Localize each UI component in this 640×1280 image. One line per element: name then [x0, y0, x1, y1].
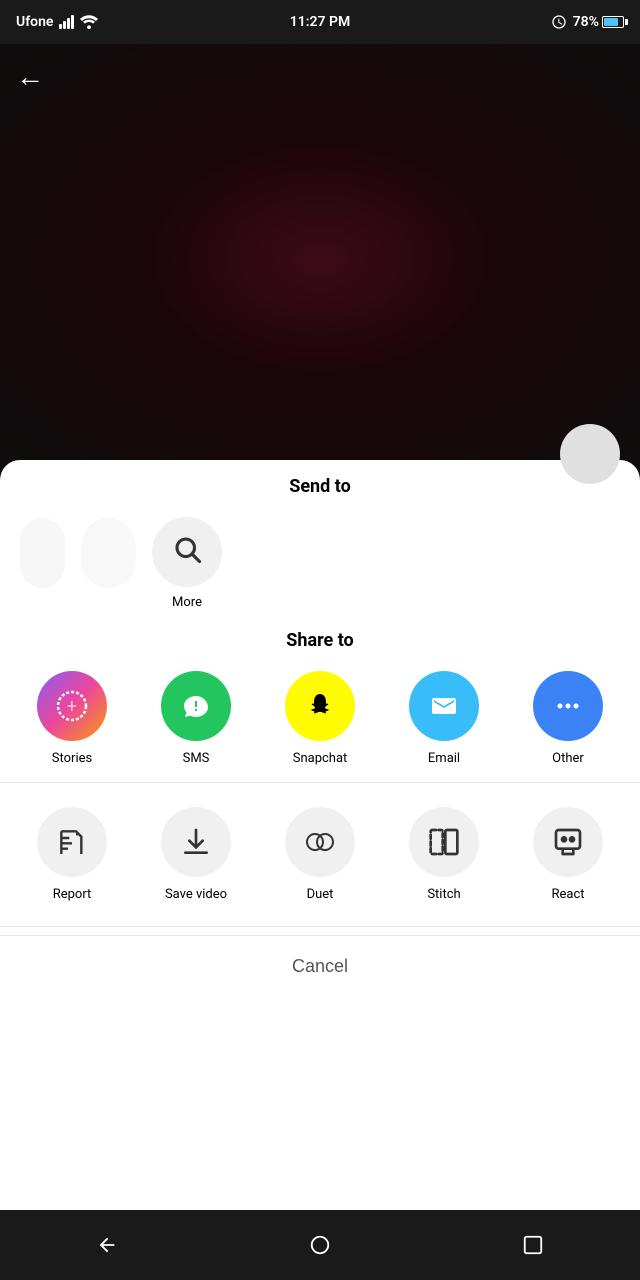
- signal-icon: [59, 15, 74, 29]
- partial-contact-2: [81, 518, 136, 609]
- save-video-icon-circle: [161, 807, 231, 877]
- nav-home-icon: [309, 1234, 331, 1256]
- share-to-title: Share to: [0, 630, 640, 651]
- stitch-label: Stitch: [427, 887, 460, 902]
- battery-fill: [604, 18, 618, 26]
- share-other[interactable]: Other: [533, 671, 603, 766]
- back-button[interactable]: ←: [16, 60, 44, 93]
- search-circle: [152, 517, 222, 587]
- sms-svg: [178, 688, 214, 724]
- bottom-sheet: Send to More Share to: [0, 460, 640, 1280]
- sms-label: SMS: [183, 751, 210, 766]
- wifi-icon: [80, 15, 98, 29]
- other-svg: [550, 688, 586, 724]
- nav-back-button[interactable]: [85, 1223, 129, 1267]
- other-label: Other: [552, 751, 584, 766]
- divider-1: [0, 782, 640, 783]
- react-label: React: [551, 887, 584, 902]
- nav-home-button[interactable]: [298, 1223, 342, 1267]
- action-stitch[interactable]: Stitch: [409, 807, 479, 902]
- partial-contact-left: [20, 518, 65, 609]
- search-icon: [172, 534, 202, 571]
- status-right: 78%: [551, 14, 624, 30]
- snapchat-svg: [302, 688, 338, 724]
- nav-back-icon: [96, 1234, 118, 1256]
- video-area: ←: [0, 44, 640, 474]
- snapchat-label: Snapchat: [293, 751, 348, 766]
- email-icon-circle: [409, 671, 479, 741]
- report-label: Report: [53, 887, 92, 902]
- nav-recents-icon: [522, 1234, 544, 1256]
- duet-label: Duet: [307, 887, 334, 902]
- action-report[interactable]: Report: [37, 807, 107, 902]
- battery-percent: 78%: [573, 14, 599, 30]
- stories-icon-circle: +: [37, 671, 107, 741]
- save-video-svg: [180, 826, 212, 858]
- report-svg: [56, 826, 88, 858]
- snapchat-icon-circle: [285, 671, 355, 741]
- share-email[interactable]: Email: [409, 671, 479, 766]
- more-search-item[interactable]: More: [152, 517, 222, 610]
- partial-avatar-1: [20, 518, 65, 588]
- nav-recents-button[interactable]: [511, 1223, 555, 1267]
- send-to-title: Send to: [0, 476, 640, 497]
- time-display: 11:27 PM: [290, 14, 351, 30]
- status-bar: Ufone 11:27 PM 78%: [0, 0, 640, 44]
- duet-svg: [302, 824, 338, 860]
- stitch-svg: [428, 826, 460, 858]
- battery-icon: [602, 16, 624, 28]
- report-icon-circle: [37, 807, 107, 877]
- stories-label: Stories: [52, 751, 92, 766]
- action-save-video[interactable]: Save video: [161, 807, 231, 902]
- time-text: 11:27 PM: [290, 14, 351, 30]
- partial-avatar-2: [81, 518, 136, 588]
- svg-text:+: +: [67, 696, 77, 717]
- email-label: Email: [428, 751, 460, 766]
- sms-icon-circle: [161, 671, 231, 741]
- share-snapchat[interactable]: Snapchat: [285, 671, 355, 766]
- nav-bar: [0, 1210, 640, 1280]
- share-stories[interactable]: + Stories: [37, 671, 107, 766]
- stories-svg: +: [54, 688, 90, 724]
- duet-icon-circle: [285, 807, 355, 877]
- email-svg: [426, 688, 462, 724]
- more-label: More: [172, 595, 202, 610]
- save-video-label: Save video: [165, 887, 227, 902]
- carrier-text: Ufone: [16, 14, 53, 30]
- alarm-icon: [551, 14, 567, 30]
- cancel-section: Cancel: [0, 935, 640, 997]
- react-svg: [552, 826, 584, 858]
- divider-2: [0, 926, 640, 927]
- status-left: Ufone: [16, 14, 98, 30]
- action-duet[interactable]: Duet: [285, 807, 355, 902]
- share-sms[interactable]: SMS: [161, 671, 231, 766]
- action-row: Report Save video Duet: [0, 791, 640, 918]
- stitch-icon-circle: [409, 807, 479, 877]
- floating-avatar: [560, 424, 620, 484]
- contacts-row: More: [0, 517, 640, 610]
- react-icon-circle: [533, 807, 603, 877]
- other-icon-circle: [533, 671, 603, 741]
- share-row: + Stories SMS Snapchat: [0, 671, 640, 766]
- action-react[interactable]: React: [533, 807, 603, 902]
- cancel-button[interactable]: Cancel: [0, 956, 640, 977]
- battery-indicator: 78%: [573, 14, 624, 30]
